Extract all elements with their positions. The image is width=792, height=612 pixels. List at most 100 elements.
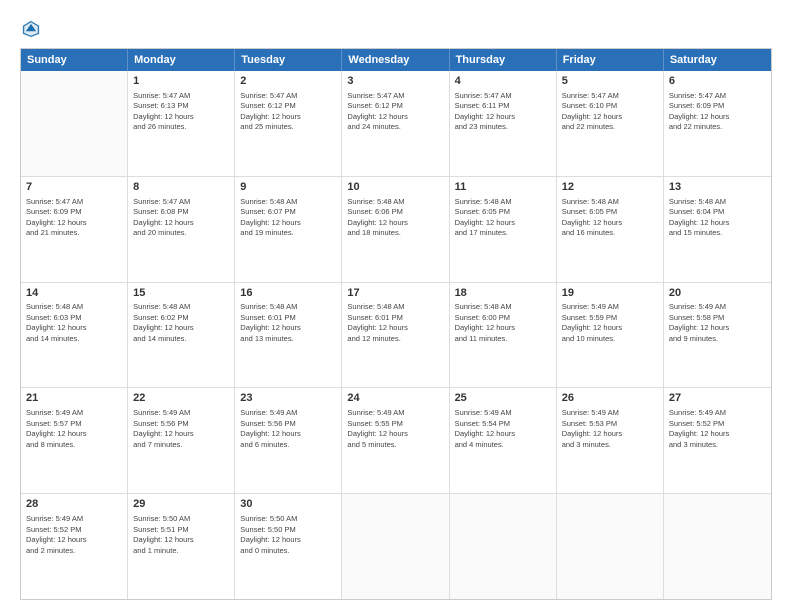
calendar-cell: 4 Sunrise: 5:47 AM Sunset: 6:11 PM Daylig… <box>450 71 557 176</box>
calendar-cell: 26Sunrise: 5:49 AM Sunset: 5:53 PM Dayli… <box>557 388 664 493</box>
cell-text: Sunrise: 5:49 AM Sunset: 5:55 PM Dayligh… <box>347 408 443 450</box>
day-number: 27 <box>669 391 766 406</box>
cell-text: Sunrise: 5:49 AM Sunset: 5:59 PM Dayligh… <box>562 302 658 344</box>
calendar-header-cell: Monday <box>128 49 235 71</box>
calendar-header-cell: Friday <box>557 49 664 71</box>
cell-text: Sunrise: 5:47 AM Sunset: 6:09 PM Dayligh… <box>26 197 122 239</box>
calendar-week: 7 Sunrise: 5:47 AM Sunset: 6:09 PM Daylig… <box>21 177 771 283</box>
calendar-week: 1Sunrise: 5:47 AM Sunset: 6:13 PM Daylig… <box>21 71 771 177</box>
cell-text: Sunrise: 5:48 AM Sunset: 6:05 PM Dayligh… <box>562 197 658 239</box>
cell-text: Sunrise: 5:49 AM Sunset: 5:52 PM Dayligh… <box>669 408 766 450</box>
day-number: 21 <box>26 391 122 406</box>
day-number: 5 <box>562 74 658 89</box>
logo-icon <box>20 18 42 40</box>
day-number: 7 <box>26 180 122 195</box>
calendar-cell: 22 Sunrise: 5:49 AM Sunset: 5:56 PM Dayli… <box>128 388 235 493</box>
calendar-cell: 1Sunrise: 5:47 AM Sunset: 6:13 PM Daylig… <box>128 71 235 176</box>
cell-text: Sunrise: 5:47 AM Sunset: 6:13 PM Dayligh… <box>133 91 229 133</box>
day-number: 25 <box>455 391 551 406</box>
cell-text: Sunrise: 5:50 AM Sunset: 5:51 PM Dayligh… <box>133 514 229 556</box>
calendar-week: 28Sunrise: 5:49 AM Sunset: 5:52 PM Dayli… <box>21 494 771 599</box>
cell-text: Sunrise: 5:48 AM Sunset: 6:00 PM Dayligh… <box>455 302 551 344</box>
day-number: 16 <box>240 286 336 301</box>
cell-text: Sunrise: 5:48 AM Sunset: 6:06 PM Dayligh… <box>347 197 443 239</box>
calendar-cell: 6 Sunrise: 5:47 AM Sunset: 6:09 PM Daylig… <box>664 71 771 176</box>
cell-text: Sunrise: 5:48 AM Sunset: 6:04 PM Dayligh… <box>669 197 766 239</box>
calendar-cell: 16Sunrise: 5:48 AM Sunset: 6:01 PM Dayli… <box>235 283 342 388</box>
day-number: 10 <box>347 180 443 195</box>
calendar-cell: 15Sunrise: 5:48 AM Sunset: 6:02 PM Dayli… <box>128 283 235 388</box>
calendar-cell <box>342 494 449 599</box>
calendar-cell: 18Sunrise: 5:48 AM Sunset: 6:00 PM Dayli… <box>450 283 557 388</box>
cell-text: Sunrise: 5:47 AM Sunset: 6:11 PM Dayligh… <box>455 91 551 133</box>
cell-text: Sunrise: 5:47 AM Sunset: 6:12 PM Dayligh… <box>347 91 443 133</box>
day-number: 19 <box>562 286 658 301</box>
calendar-header-cell: Sunday <box>21 49 128 71</box>
cell-text: Sunrise: 5:49 AM Sunset: 5:56 PM Dayligh… <box>240 408 336 450</box>
day-number: 18 <box>455 286 551 301</box>
calendar-cell: 2 Sunrise: 5:47 AM Sunset: 6:12 PM Daylig… <box>235 71 342 176</box>
calendar-header-cell: Saturday <box>664 49 771 71</box>
cell-text: Sunrise: 5:47 AM Sunset: 6:12 PM Dayligh… <box>240 91 336 133</box>
day-number: 13 <box>669 180 766 195</box>
calendar-cell: 13 Sunrise: 5:48 AM Sunset: 6:04 PM Dayli… <box>664 177 771 282</box>
calendar-cell: 8 Sunrise: 5:47 AM Sunset: 6:08 PM Daylig… <box>128 177 235 282</box>
calendar-cell: 14Sunrise: 5:48 AM Sunset: 6:03 PM Dayli… <box>21 283 128 388</box>
calendar-cell: 23 Sunrise: 5:49 AM Sunset: 5:56 PM Dayli… <box>235 388 342 493</box>
calendar-cell: 17Sunrise: 5:48 AM Sunset: 6:01 PM Dayli… <box>342 283 449 388</box>
calendar-cell: 7 Sunrise: 5:47 AM Sunset: 6:09 PM Daylig… <box>21 177 128 282</box>
day-number: 12 <box>562 180 658 195</box>
calendar-header-cell: Tuesday <box>235 49 342 71</box>
calendar-cell: 12 Sunrise: 5:48 AM Sunset: 6:05 PM Dayli… <box>557 177 664 282</box>
page: SundayMondayTuesdayWednesdayThursdayFrid… <box>0 0 792 612</box>
calendar-cell: 27 Sunrise: 5:49 AM Sunset: 5:52 PM Dayli… <box>664 388 771 493</box>
day-number: 9 <box>240 180 336 195</box>
calendar-body: 1Sunrise: 5:47 AM Sunset: 6:13 PM Daylig… <box>21 71 771 599</box>
logo <box>20 18 46 40</box>
cell-text: Sunrise: 5:48 AM Sunset: 6:01 PM Dayligh… <box>347 302 443 344</box>
day-number: 4 <box>455 74 551 89</box>
cell-text: Sunrise: 5:47 AM Sunset: 6:09 PM Dayligh… <box>669 91 766 133</box>
day-number: 30 <box>240 497 336 512</box>
calendar-cell: 9 Sunrise: 5:48 AM Sunset: 6:07 PM Daylig… <box>235 177 342 282</box>
cell-text: Sunrise: 5:47 AM Sunset: 6:10 PM Dayligh… <box>562 91 658 133</box>
day-number: 23 <box>240 391 336 406</box>
calendar-header-row: SundayMondayTuesdayWednesdayThursdayFrid… <box>21 49 771 71</box>
cell-text: Sunrise: 5:48 AM Sunset: 6:07 PM Dayligh… <box>240 197 336 239</box>
calendar-cell: 10 Sunrise: 5:48 AM Sunset: 6:06 PM Dayli… <box>342 177 449 282</box>
day-number: 3 <box>347 74 443 89</box>
day-number: 29 <box>133 497 229 512</box>
day-number: 28 <box>26 497 122 512</box>
day-number: 2 <box>240 74 336 89</box>
calendar-cell: 21 Sunrise: 5:49 AM Sunset: 5:57 PM Dayli… <box>21 388 128 493</box>
calendar-cell: 30Sunrise: 5:50 AM Sunset: 5:50 PM Dayli… <box>235 494 342 599</box>
day-number: 20 <box>669 286 766 301</box>
cell-text: Sunrise: 5:48 AM Sunset: 6:03 PM Dayligh… <box>26 302 122 344</box>
cell-text: Sunrise: 5:49 AM Sunset: 5:56 PM Dayligh… <box>133 408 229 450</box>
cell-text: Sunrise: 5:49 AM Sunset: 5:57 PM Dayligh… <box>26 408 122 450</box>
calendar-cell <box>450 494 557 599</box>
calendar-week: 14Sunrise: 5:48 AM Sunset: 6:03 PM Dayli… <box>21 283 771 389</box>
calendar: SundayMondayTuesdayWednesdayThursdayFrid… <box>20 48 772 600</box>
calendar-cell: 5 Sunrise: 5:47 AM Sunset: 6:10 PM Daylig… <box>557 71 664 176</box>
header <box>20 18 772 40</box>
calendar-header-cell: Wednesday <box>342 49 449 71</box>
day-number: 22 <box>133 391 229 406</box>
cell-text: Sunrise: 5:48 AM Sunset: 6:05 PM Dayligh… <box>455 197 551 239</box>
calendar-cell <box>557 494 664 599</box>
calendar-cell <box>664 494 771 599</box>
day-number: 8 <box>133 180 229 195</box>
day-number: 15 <box>133 286 229 301</box>
calendar-cell: 11Sunrise: 5:48 AM Sunset: 6:05 PM Dayli… <box>450 177 557 282</box>
calendar-cell: 20Sunrise: 5:49 AM Sunset: 5:58 PM Dayli… <box>664 283 771 388</box>
cell-text: Sunrise: 5:49 AM Sunset: 5:58 PM Dayligh… <box>669 302 766 344</box>
calendar-cell: 3 Sunrise: 5:47 AM Sunset: 6:12 PM Daylig… <box>342 71 449 176</box>
day-number: 14 <box>26 286 122 301</box>
day-number: 24 <box>347 391 443 406</box>
calendar-cell: 19Sunrise: 5:49 AM Sunset: 5:59 PM Dayli… <box>557 283 664 388</box>
calendar-cell: 24 Sunrise: 5:49 AM Sunset: 5:55 PM Dayli… <box>342 388 449 493</box>
calendar-cell <box>21 71 128 176</box>
cell-text: Sunrise: 5:47 AM Sunset: 6:08 PM Dayligh… <box>133 197 229 239</box>
calendar-cell: 25Sunrise: 5:49 AM Sunset: 5:54 PM Dayli… <box>450 388 557 493</box>
day-number: 6 <box>669 74 766 89</box>
